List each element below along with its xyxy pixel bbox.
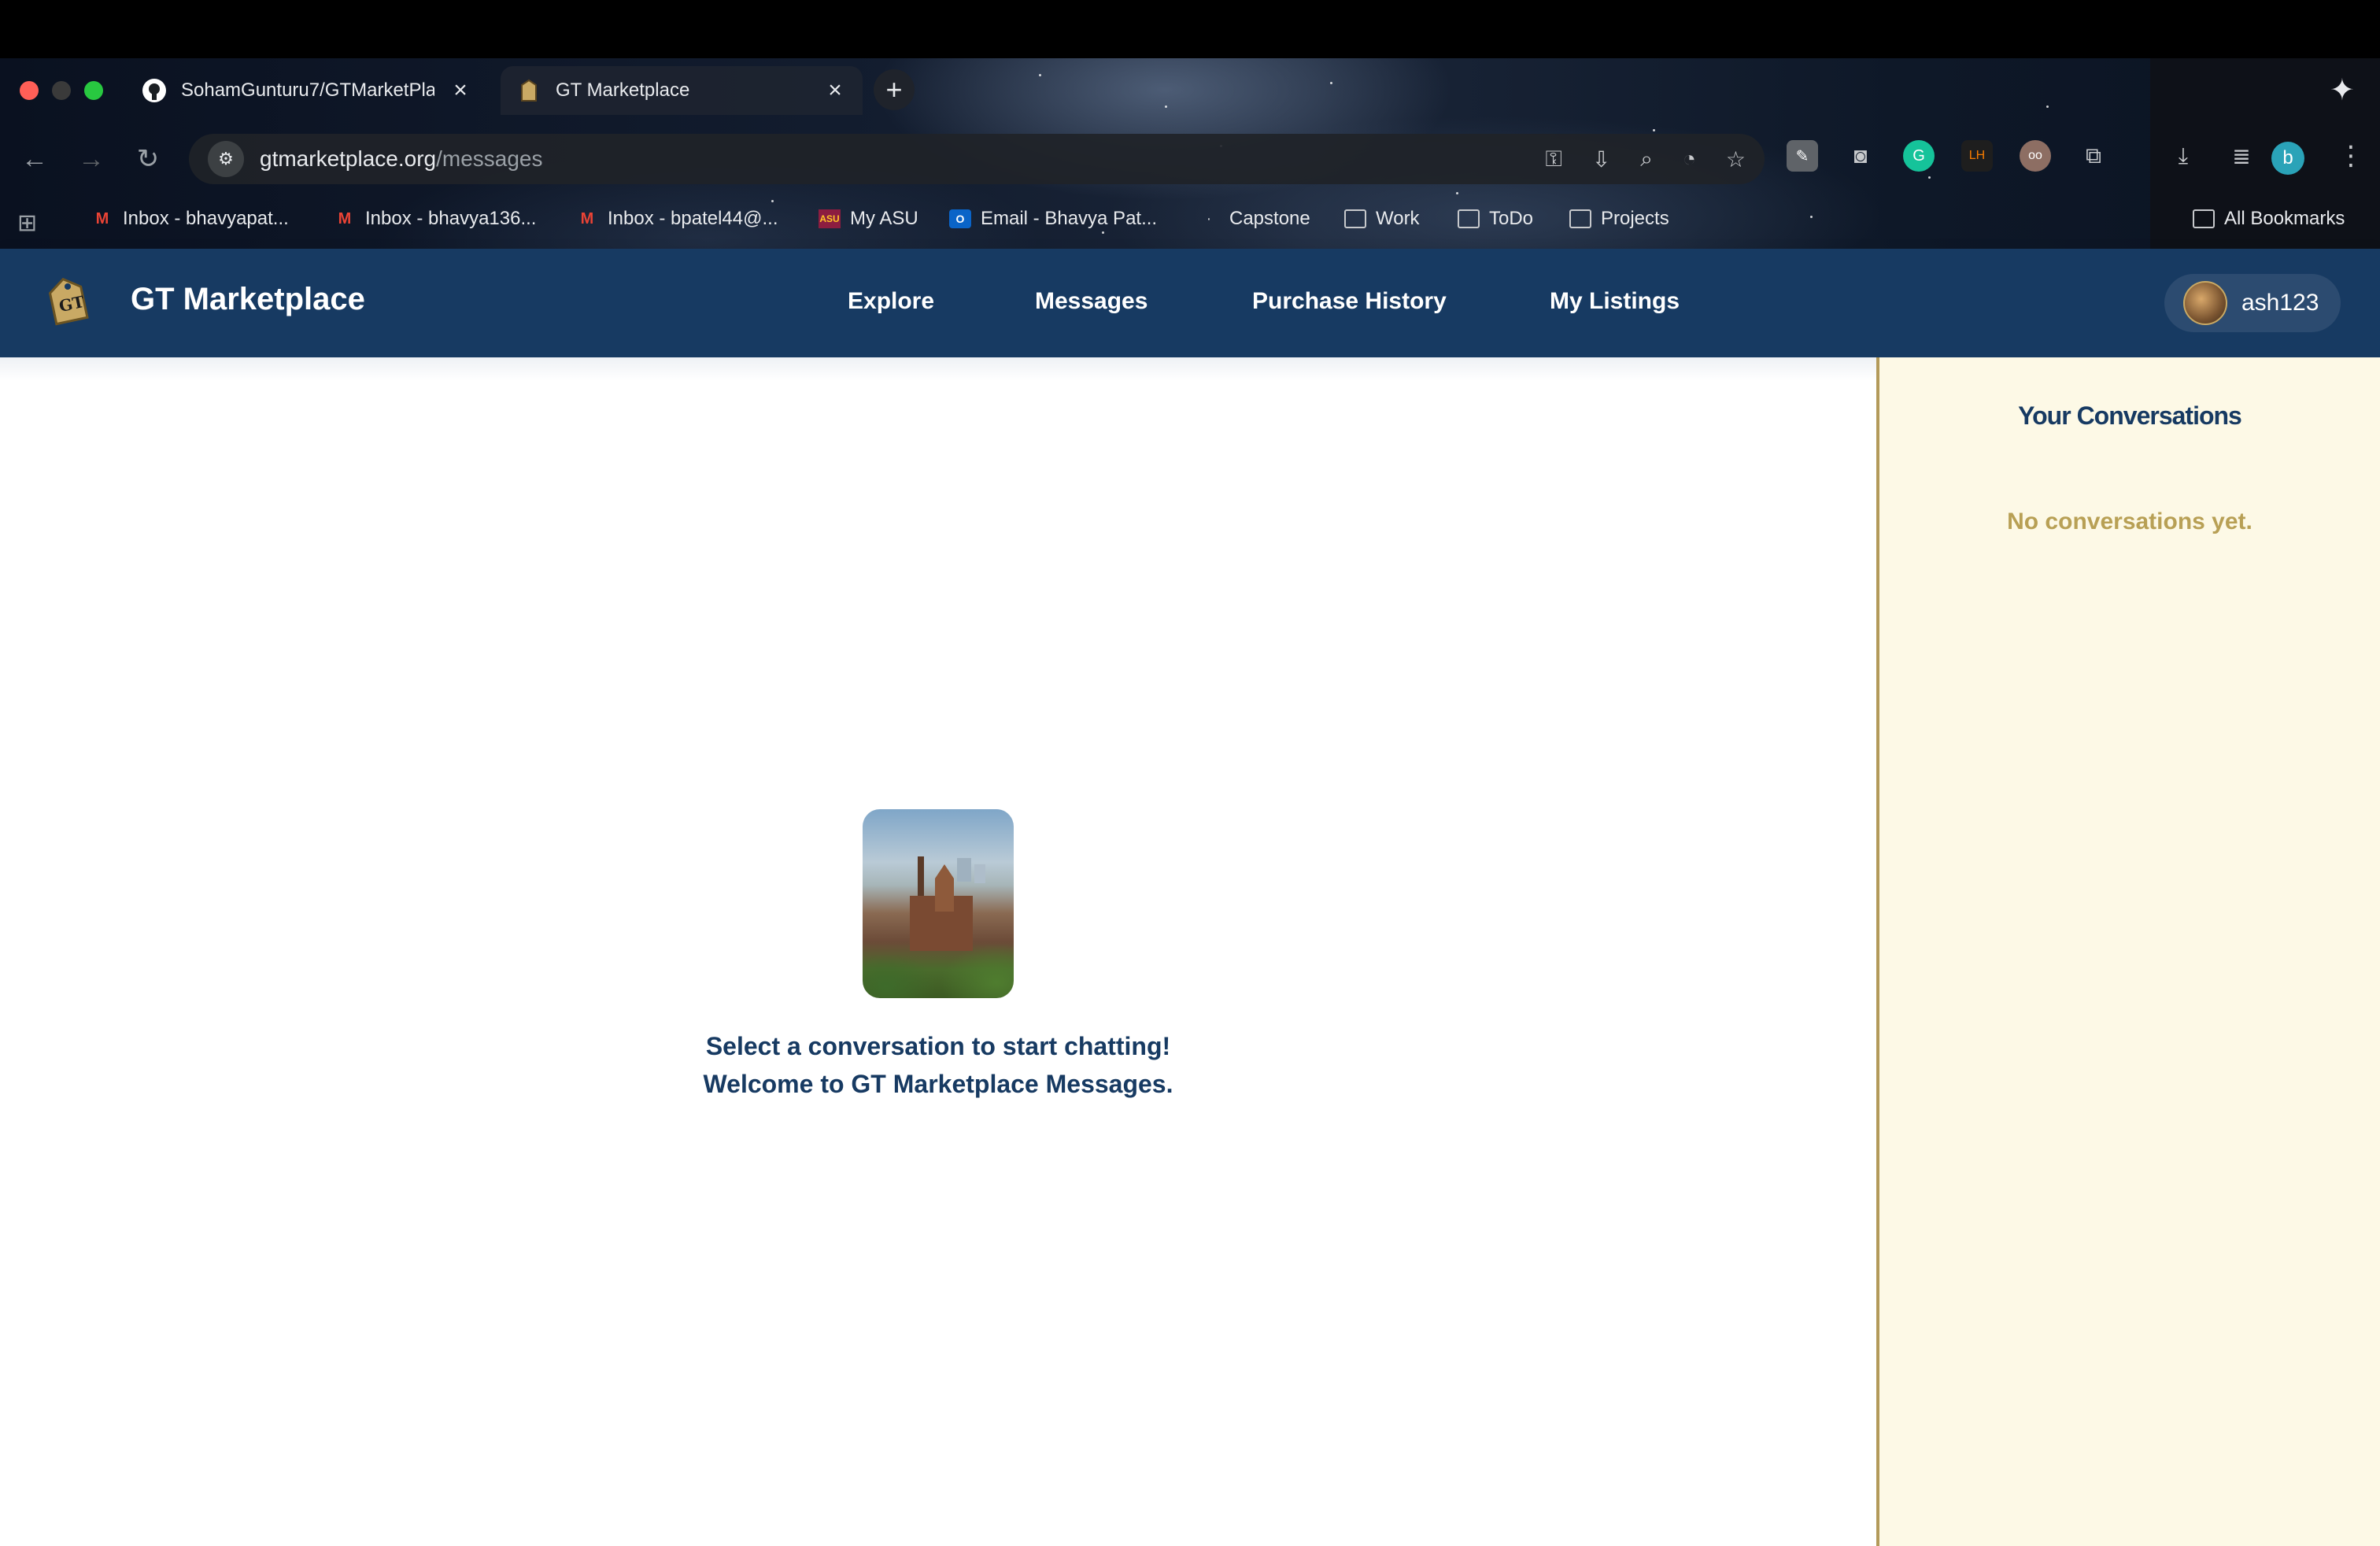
os-top-strip (0, 0, 2380, 58)
camera-extension-icon[interactable]: ◙ (1845, 140, 1876, 172)
folder-icon (2193, 209, 2215, 228)
url-host: gtmarketplace.org (260, 146, 437, 171)
bookmark-item[interactable]: · Capstone (1198, 208, 1310, 230)
empty-conversations-text: No conversations yet. (2007, 509, 2252, 534)
back-arrow-icon[interactable]: ← (19, 143, 50, 175)
reload-icon[interactable]: ↻ (132, 143, 164, 175)
gemini-sparkle-icon[interactable]: ✦ (2330, 72, 2355, 108)
install-app-icon[interactable]: ⇩ (1592, 146, 1610, 172)
bookmark-item[interactable]: M Inbox - bhavya136... (334, 208, 537, 230)
folder-icon (1344, 209, 1366, 228)
bookmark-item[interactable]: O Email - Bhavya Pat... (949, 208, 1157, 230)
bookmark-folder[interactable]: Work (1344, 208, 1420, 230)
tab-title: SohamGunturu7/GTMarketPla (181, 80, 434, 101)
performance-icon[interactable]: ◔ (1683, 146, 1696, 172)
tab-close-icon[interactable]: × (449, 77, 472, 104)
user-menu-button[interactable]: ash123 (2164, 274, 2341, 332)
extensions-puzzle-icon[interactable]: ⧉ (2078, 140, 2109, 172)
bookmark-item[interactable]: M Inbox - bpatel44@... (576, 208, 778, 230)
extensions-bar: ✎ ◙ G LH oo ⧉ ⤓ ≣ (1787, 140, 2257, 172)
lh-extension-icon[interactable]: LH (1961, 140, 1993, 172)
browser-tab-github[interactable]: SohamGunturu7/GTMarketPla × (126, 66, 488, 115)
forward-arrow-icon[interactable]: → (76, 143, 107, 175)
apps-grid-icon[interactable]: ⊞ (17, 209, 37, 237)
brand-title[interactable]: GT Marketplace (131, 282, 365, 317)
gmail-icon: M (338, 209, 352, 227)
gmail-icon: M (95, 209, 109, 227)
all-bookmarks-folder[interactable]: All Bookmarks (2193, 208, 2345, 230)
zoom-icon[interactable]: ⌕ (1640, 146, 1653, 172)
browser-tab-gt-marketplace[interactable]: GT Marketplace × (501, 66, 863, 115)
downloads-icon[interactable]: ⤓ (2168, 140, 2199, 172)
folder-icon (1569, 209, 1591, 228)
nav-purchase-history[interactable]: Purchase History (1252, 288, 1447, 315)
outlook-icon: O (949, 209, 971, 228)
header-shadow (0, 357, 1876, 381)
url-path: /messages (436, 146, 543, 171)
username: ash123 (2241, 290, 2319, 316)
avatar (2183, 281, 2227, 325)
new-tab-button[interactable]: + (874, 69, 915, 110)
bookmark-folder[interactable]: Projects (1569, 208, 1669, 230)
site-settings-icon[interactable]: ⚙ (208, 141, 244, 177)
bookmark-item[interactable]: M Inbox - bhavyapat... (91, 208, 289, 230)
campus-image (863, 809, 1014, 998)
notes-extension-icon[interactable]: ✎ (1787, 140, 1818, 172)
grammarly-extension-icon[interactable]: G (1903, 140, 1935, 172)
nav-my-listings[interactable]: My Listings (1550, 288, 1680, 315)
bookmark-folder[interactable]: ToDo (1458, 208, 1533, 230)
address-bar[interactable]: ⚙ gtmarketplace.org/messages ⚿ ⇩ ⌕ ◔ ☆ (189, 134, 1765, 184)
tab-close-icon[interactable]: × (823, 77, 847, 104)
conversations-sidebar: Your Conversations No conversations yet. (1876, 357, 2380, 1546)
bookmark-item[interactable]: ASU My ASU (819, 208, 918, 230)
owl-extension-icon[interactable]: oo (2020, 140, 2051, 172)
window-close-button[interactable] (20, 81, 39, 100)
media-queue-icon[interactable]: ≣ (2226, 140, 2257, 172)
gt-tag-icon (516, 78, 541, 103)
welcome-line-1: Select a conversation to start chatting! (705, 1032, 1171, 1060)
profile-avatar[interactable]: b (2271, 142, 2304, 175)
nav-messages[interactable]: Messages (1035, 288, 1148, 315)
gt-logo-icon[interactable]: GT (46, 276, 90, 326)
bookmark-star-icon[interactable]: ☆ (1726, 146, 1746, 172)
folder-icon (1458, 209, 1480, 228)
github-icon (142, 78, 167, 103)
tab-title: GT Marketplace (556, 80, 690, 101)
welcome-line-2: Welcome to GT Marketplace Messages. (703, 1070, 1173, 1098)
sidebar-title: Your Conversations (2018, 401, 2242, 430)
window-minimize-button[interactable] (52, 81, 71, 100)
password-key-icon[interactable]: ⚿ (1546, 146, 1562, 172)
bookmark-icon: · (1206, 209, 1212, 227)
asu-icon: ASU (819, 209, 841, 228)
empty-chat-message: Select a conversation to start chatting!… (630, 1027, 1247, 1103)
gmail-icon: M (580, 209, 594, 227)
nav-explore[interactable]: Explore (848, 288, 934, 315)
browser-menu-icon[interactable]: ⋮ (2338, 140, 2364, 172)
window-maximize-button[interactable] (84, 81, 103, 100)
